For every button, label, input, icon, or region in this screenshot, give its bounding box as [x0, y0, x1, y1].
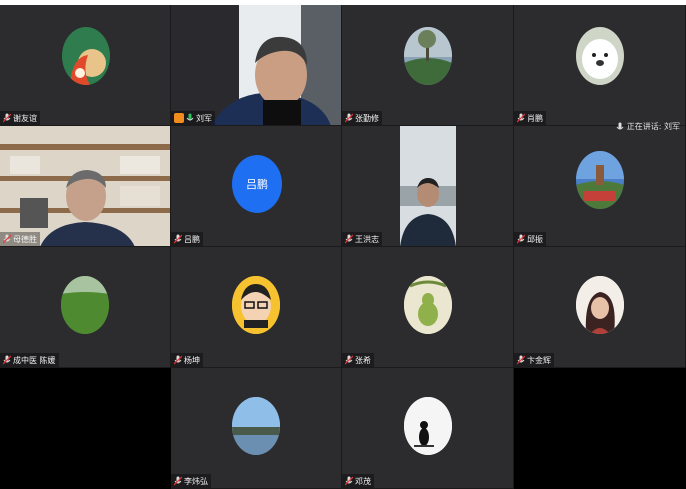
empty-tile [0, 368, 171, 489]
speaker-icon [616, 122, 624, 132]
host-badge-icon [174, 113, 184, 123]
mic-muted-icon [344, 476, 354, 486]
participant-name: 张勤修 [355, 113, 379, 123]
name-label: 王洪志 [342, 232, 382, 246]
participant-tile-3[interactable]: 张勤修 [342, 5, 514, 126]
mic-muted-icon [173, 355, 183, 365]
participant-name: 邓茂 [355, 476, 371, 486]
name-label: 邱振 [514, 232, 546, 246]
video-feed [171, 5, 341, 125]
avatar-image [232, 276, 280, 334]
mic-muted-icon [344, 234, 354, 244]
participant-tile-6[interactable]: 吕鹏 吕鹏 [171, 126, 342, 247]
participant-tile-9[interactable]: 成中医 陈媛 [0, 247, 171, 368]
mic-muted-icon [516, 355, 526, 365]
participant-name: 李炜弘 [184, 476, 208, 486]
mic-muted-icon [344, 355, 354, 365]
participant-tile-2-video[interactable]: 刘军 [171, 5, 342, 126]
participant-name: 邱振 [527, 234, 543, 244]
mic-muted-icon [2, 234, 12, 244]
avatar-image [576, 27, 624, 85]
participant-tile-10[interactable]: 杨坤 [171, 247, 342, 368]
video-feed [0, 126, 170, 246]
participant-name: 成中医 陈媛 [13, 355, 56, 365]
avatar-image [576, 151, 624, 209]
participant-tile-14[interactable]: 邓茂 [342, 368, 514, 489]
avatar-image [62, 27, 110, 85]
speaking-label: 正在讲话: 刘军 [626, 122, 680, 131]
video-grid: 谢友谊 刘军 张勤修 肖鹏 母德胜 吕鹏 吕鹏 王洪志 邱振 成中医 陈媛 杨坤… [0, 5, 686, 489]
participant-name: 刘军 [196, 113, 212, 123]
avatar-image [404, 397, 452, 455]
mic-muted-icon [173, 234, 183, 244]
name-label: 成中医 陈媛 [0, 353, 59, 367]
participant-tile-12[interactable]: 卞金辉 [514, 247, 686, 368]
name-label: 张希 [342, 353, 374, 367]
participant-name: 肖鹏 [527, 113, 543, 123]
participant-name: 卞金辉 [527, 355, 551, 365]
mic-muted-icon [516, 234, 526, 244]
avatar-text: 吕鹏 [246, 178, 268, 191]
mic-active-icon [186, 113, 194, 123]
mic-muted-icon [344, 113, 354, 123]
name-label: 刘军 [171, 111, 215, 125]
participant-tile-7-video[interactable]: 王洪志 [342, 126, 514, 247]
participant-name: 张希 [355, 355, 371, 365]
avatar-image [404, 27, 452, 85]
avatar-image [404, 276, 452, 334]
name-label: 邓茂 [342, 474, 374, 488]
mic-muted-icon [2, 113, 12, 123]
participant-name: 杨坤 [184, 355, 200, 365]
name-label: 肖鹏 [514, 111, 546, 125]
video-feed [400, 126, 456, 246]
participant-tile-1[interactable]: 谢友谊 [0, 5, 171, 126]
mic-muted-icon [173, 476, 183, 486]
name-label: 李炜弘 [171, 474, 211, 488]
empty-tile [514, 368, 686, 489]
participant-tile-4[interactable]: 肖鹏 [514, 5, 686, 126]
participant-name: 王洪志 [355, 234, 379, 244]
avatar-image [576, 276, 624, 334]
participant-tile-11[interactable]: 张希 [342, 247, 514, 368]
speaking-indicator: 正在讲话: 刘军 [616, 121, 680, 132]
name-label: 吕鹏 [171, 232, 203, 246]
participant-tile-5-video[interactable]: 母德胜 [0, 126, 171, 247]
participant-tile-8[interactable]: 邱振 [514, 126, 686, 247]
name-label: 张勤修 [342, 111, 382, 125]
name-label: 卞金辉 [514, 353, 554, 367]
avatar-image [232, 397, 280, 455]
participant-name: 吕鹏 [184, 234, 200, 244]
name-label: 杨坤 [171, 353, 203, 367]
name-label: 谢友谊 [0, 111, 40, 125]
avatar-initials: 吕鹏 [232, 155, 282, 213]
participant-name: 谢友谊 [13, 113, 37, 123]
participant-name: 母德胜 [13, 234, 37, 244]
participant-tile-13[interactable]: 李炜弘 [171, 368, 342, 489]
mic-muted-icon [2, 355, 12, 365]
avatar-image [61, 276, 109, 334]
name-label: 母德胜 [0, 232, 40, 246]
mic-muted-icon [516, 113, 526, 123]
